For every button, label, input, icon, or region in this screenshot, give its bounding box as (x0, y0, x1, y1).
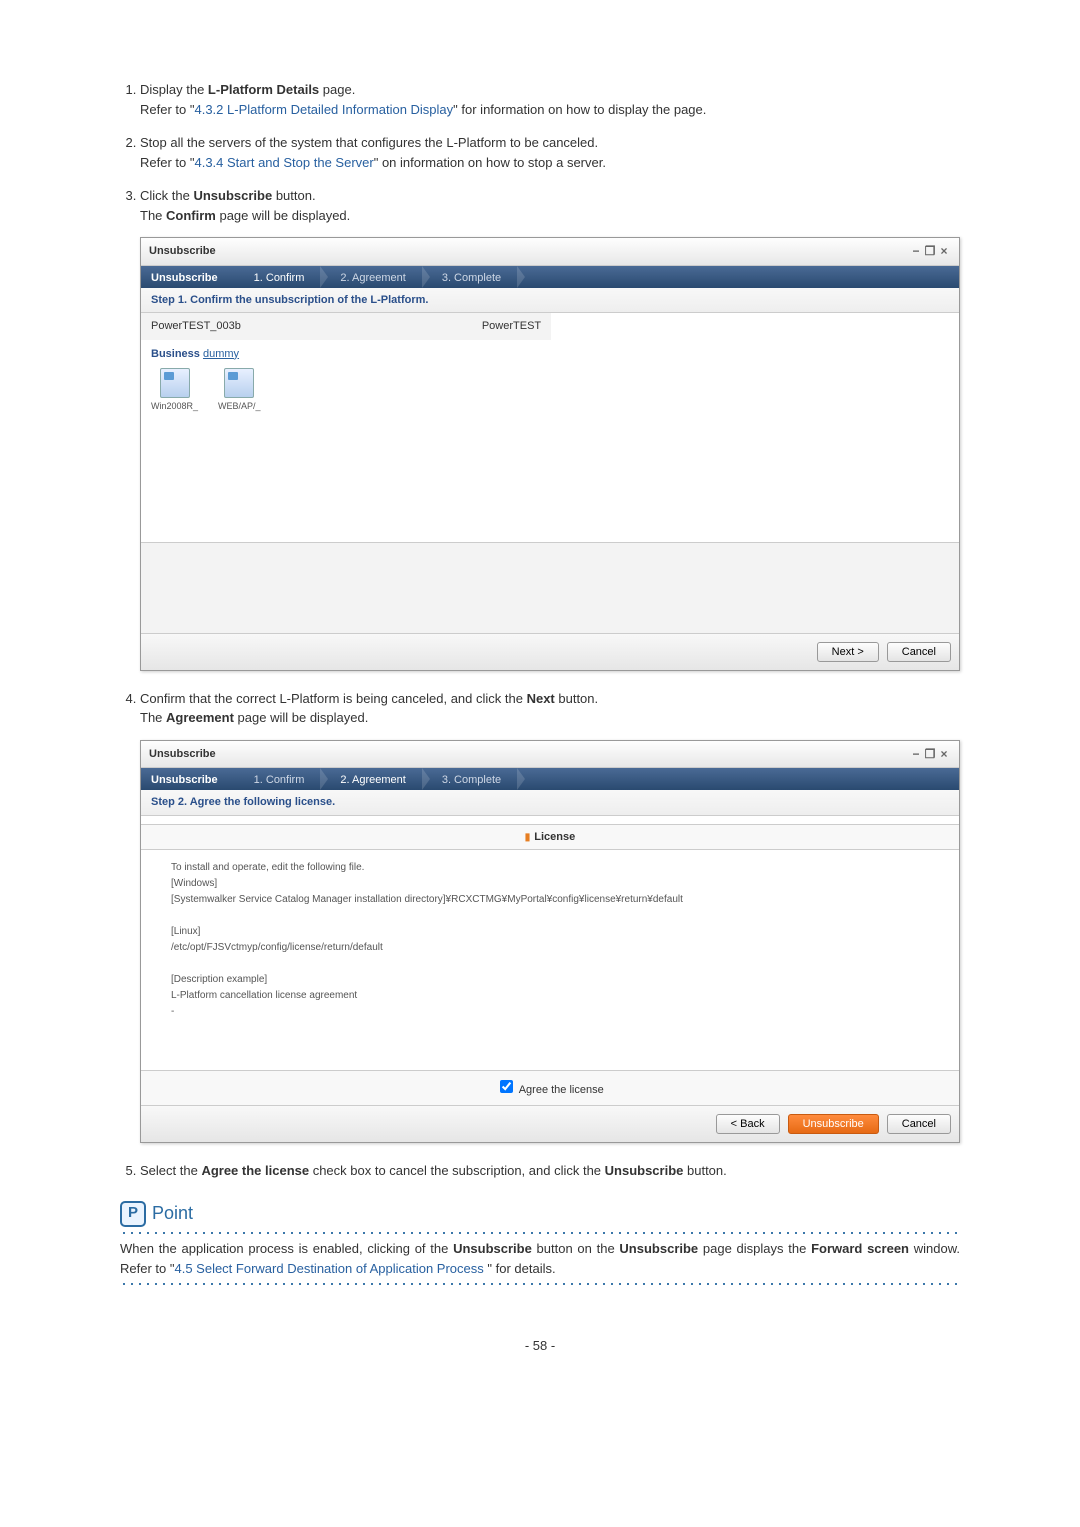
wizard-step-complete[interactable]: 3. Complete (422, 266, 517, 288)
cancel-button[interactable]: Cancel (887, 642, 951, 662)
wizard-step-confirm[interactable]: 1. Confirm (234, 768, 321, 790)
point-callout: P Point When the application process is … (120, 1200, 960, 1286)
minimize-icon: − (909, 242, 923, 260)
step-description: Step 1. Confirm the unsubscription of th… (141, 288, 959, 314)
step-4: Confirm that the correct L-Platform is b… (140, 689, 960, 1143)
agree-checkbox-input[interactable] (500, 1080, 513, 1093)
back-button[interactable]: < Back (716, 1114, 780, 1134)
point-icon: P (120, 1201, 146, 1227)
agreement-screenshot: Unsubscribe −❐× Unsubscribe 1. Confirm 2… (140, 740, 960, 1143)
platform-name: PowerTEST (472, 313, 551, 340)
wizard-step-agreement[interactable]: 2. Agreement (320, 266, 421, 288)
server-icon (224, 368, 254, 398)
next-button[interactable]: Next > (817, 642, 879, 662)
link-434[interactable]: 4.3.4 Start and Stop the Server (194, 155, 373, 170)
maximize-icon: ❐ (923, 745, 937, 763)
wizard-step-agreement[interactable]: 2. Agreement (320, 768, 421, 790)
wizard-step-confirm[interactable]: 1. Confirm (234, 266, 321, 288)
agree-license-checkbox[interactable]: Agree the license (496, 1084, 603, 1096)
link-432[interactable]: 4.3.2 L-Platform Detailed Information Di… (194, 102, 453, 117)
confirm-screenshot: Unsubscribe −❐× Unsubscribe 1. Confirm 2… (140, 237, 960, 671)
maximize-icon: ❐ (923, 242, 937, 260)
window-controls[interactable]: −❐× (909, 242, 951, 261)
cancel-button[interactable]: Cancel (887, 1114, 951, 1134)
wizard-step-complete[interactable]: 3. Complete (422, 768, 517, 790)
close-icon: × (937, 745, 951, 763)
unsubscribe-button[interactable]: Unsubscribe (788, 1114, 879, 1134)
step-3: Click the Unsubscribe button. The Confir… (140, 186, 960, 671)
step-1: Display the L-Platform Details page. Ref… (140, 80, 960, 119)
server-icon (160, 368, 190, 398)
step-2: Stop all the servers of the system that … (140, 133, 960, 172)
wizard-bar: Unsubscribe 1. Confirm 2. Agreement 3. C… (141, 266, 959, 288)
page-number: - 58 - (120, 1336, 960, 1356)
license-header: License (141, 824, 959, 851)
server-1[interactable]: Win2008R_ (151, 368, 198, 414)
wizard-bar: Unsubscribe 1. Confirm 2. Agreement 3. C… (141, 768, 959, 790)
close-icon: × (937, 242, 951, 260)
link-45[interactable]: 4.5 Select Forward Destination of Applic… (174, 1261, 483, 1276)
step-description: Step 2. Agree the following license. (141, 790, 959, 816)
window-title: Unsubscribe (149, 243, 216, 260)
minimize-icon: − (909, 745, 923, 763)
window-controls[interactable]: −❐× (909, 745, 951, 764)
dummy-link[interactable]: dummy (203, 348, 239, 360)
server-2[interactable]: WEB/AP/_ (218, 368, 261, 414)
window-title: Unsubscribe (149, 746, 216, 763)
license-text: To install and operate, edit the followi… (141, 850, 959, 1070)
step-5: Select the Agree the license check box t… (140, 1161, 960, 1181)
platform-id: PowerTEST_003b (141, 313, 472, 340)
